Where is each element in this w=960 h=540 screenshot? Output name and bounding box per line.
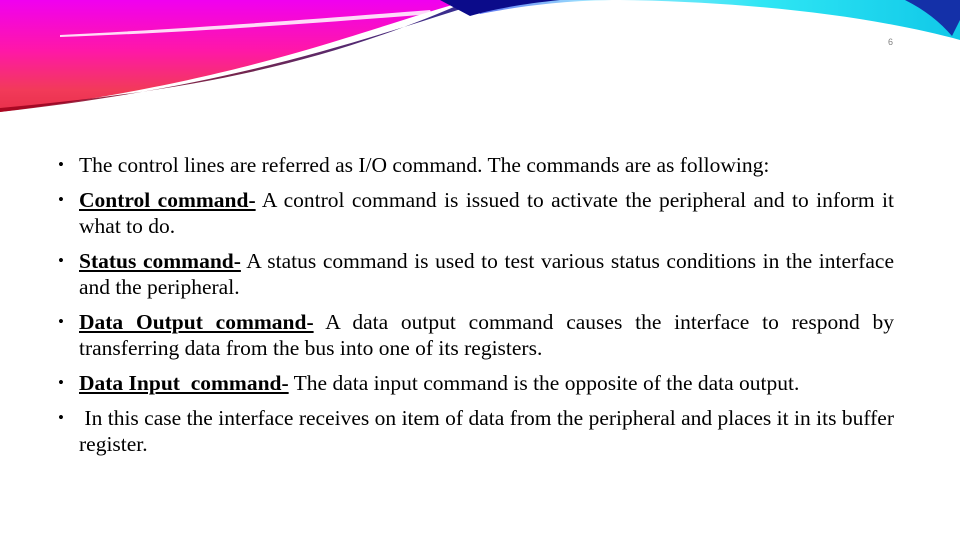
decorative-swoosh-banner (0, 0, 960, 112)
bullet-glyph: • (58, 373, 64, 392)
bullet-term: Data Input command- (79, 371, 289, 395)
bullet-glyph: • (58, 190, 64, 209)
bullet-item-data-output-command: • Data Output command- A data output com… (58, 309, 894, 361)
bullet-term: Status command- (79, 249, 241, 273)
slide-number: 6 (888, 37, 894, 47)
bullet-text: The data input command is the opposite o… (288, 371, 800, 395)
bullet-glyph: • (58, 312, 64, 331)
bullet-term: Control command- (79, 188, 256, 212)
bullet-term: Data Output command- (79, 310, 314, 334)
bullet-glyph: • (58, 408, 64, 427)
cyan-swoosh (470, 0, 960, 40)
bullet-glyph: • (58, 155, 64, 174)
bullet-glyph: • (58, 251, 64, 270)
bullet-item-buffer-register: • In this case the interface receives on… (58, 405, 894, 457)
bullet-text: In this case the interface receives on i… (79, 406, 900, 456)
bullet-item-status-command: • Status command- A status command is us… (58, 248, 894, 300)
bullet-list: • The control lines are referred as I/O … (58, 152, 894, 466)
bullet-text: The control lines are referred as I/O co… (79, 153, 770, 177)
bullet-item-control-command: • Control command- A control command is … (58, 187, 894, 239)
bullet-item-data-input-command: • Data Input command- The data input com… (58, 370, 894, 396)
bullet-item-intro: • The control lines are referred as I/O … (58, 152, 894, 178)
magenta-swoosh (0, 0, 470, 112)
